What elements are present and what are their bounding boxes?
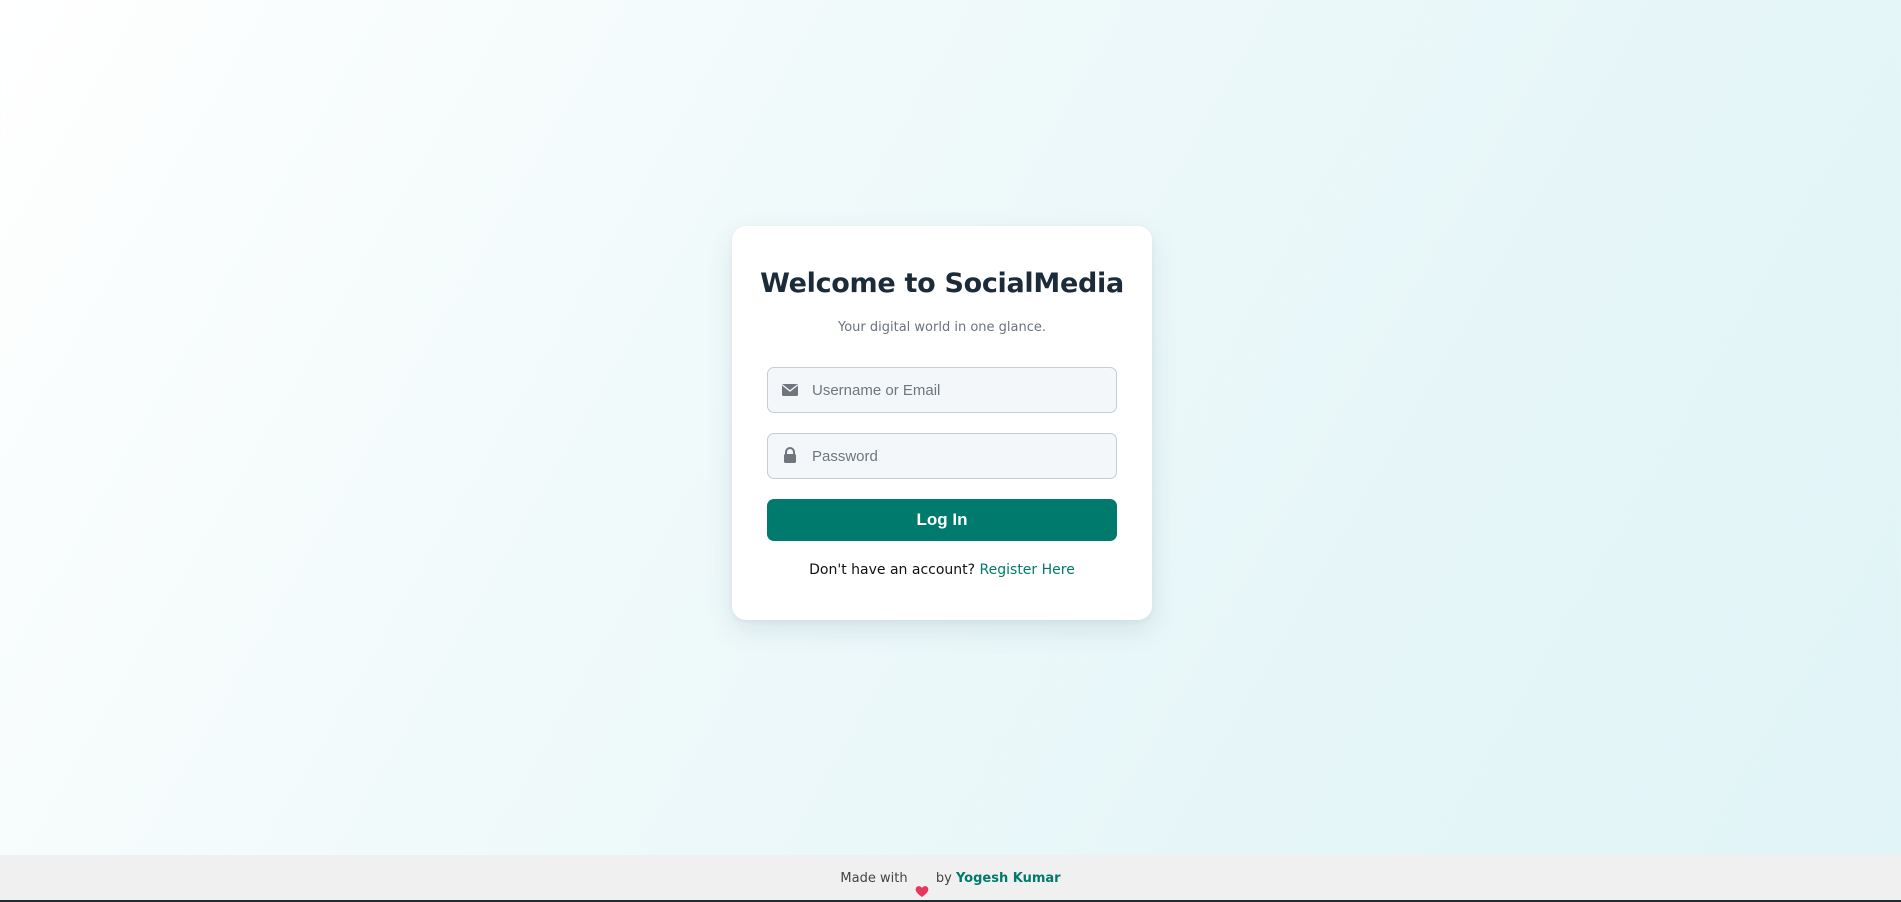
register-link[interactable]: Register Here xyxy=(980,562,1075,578)
footer-by: by xyxy=(935,871,952,886)
page-subtitle: Your digital world in one glance. xyxy=(838,320,1046,335)
footer: Made with by Yogesh Kumar xyxy=(0,855,1901,900)
lock-icon xyxy=(781,447,799,464)
footer-made-with: Made with xyxy=(840,871,908,886)
password-input[interactable] xyxy=(812,434,1108,478)
password-field[interactable] xyxy=(767,433,1117,479)
username-field[interactable] xyxy=(767,367,1117,413)
login-page: Welcome to SocialMedia Your digital worl… xyxy=(0,0,1901,855)
username-input[interactable] xyxy=(812,368,1108,412)
heart-icon xyxy=(915,871,929,897)
register-prompt-line: Don't have an account? Register Here xyxy=(732,562,1152,578)
author-link[interactable]: Yogesh Kumar xyxy=(956,871,1061,886)
page-title: Welcome to SocialMedia xyxy=(760,268,1124,299)
login-card: Welcome to SocialMedia Your digital worl… xyxy=(732,226,1152,620)
register-prompt-text: Don't have an account? xyxy=(809,562,976,578)
envelope-icon xyxy=(781,382,799,398)
login-button[interactable]: Log In xyxy=(767,499,1117,541)
